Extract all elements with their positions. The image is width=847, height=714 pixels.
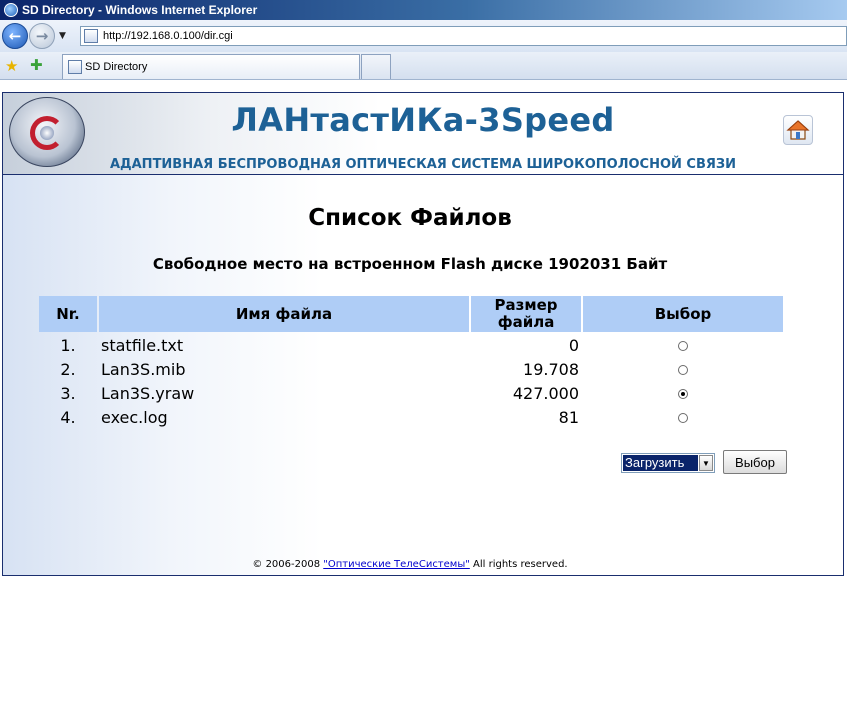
site-header: ЛАНтастИКа-3Speed АДАПТИВНАЯ БЕСПРОВОДНА… bbox=[3, 93, 843, 175]
page-content: ЛАНтастИКа-3Speed АДАПТИВНАЯ БЕСПРОВОДНА… bbox=[2, 92, 844, 576]
favorites-star-icon[interactable]: ★ bbox=[5, 57, 18, 75]
file-size: 19.708 bbox=[523, 359, 579, 379]
file-name: Lan3S.mib bbox=[101, 359, 186, 379]
tab-bar: ★ ✚ SD Directory bbox=[0, 52, 847, 80]
header-name: Имя файла bbox=[99, 296, 469, 332]
file-radio[interactable] bbox=[678, 413, 688, 423]
address-bar: ← → ▼ http://192.168.0.100/dir.cgi bbox=[0, 20, 847, 52]
arrow-right-icon: → bbox=[35, 27, 49, 45]
page-icon bbox=[68, 60, 82, 74]
header-select: Выбор bbox=[583, 296, 783, 332]
page-icon bbox=[84, 29, 98, 43]
file-name: statfile.txt bbox=[101, 335, 184, 355]
select-cell bbox=[583, 382, 783, 404]
file-radio[interactable] bbox=[678, 365, 688, 375]
tab-sd-directory[interactable]: SD Directory bbox=[62, 54, 360, 79]
page-heading: Список Файлов bbox=[308, 205, 512, 231]
file-radio[interactable] bbox=[678, 341, 688, 351]
row-number: 1. bbox=[60, 335, 76, 355]
table-header-row: Nr. Имя файла Размер файла Выбор bbox=[39, 296, 783, 332]
footer: © 2006-2008 "Оптические ТелеСистемы" All… bbox=[3, 559, 817, 570]
history-dropdown-icon[interactable]: ▼ bbox=[59, 31, 66, 41]
tab-label: SD Directory bbox=[85, 61, 148, 73]
rights-text: All rights reserved. bbox=[473, 559, 568, 570]
back-button[interactable]: ← bbox=[2, 23, 28, 49]
row-number: 2. bbox=[60, 359, 76, 379]
ie-icon bbox=[4, 3, 18, 17]
file-name: Lan3S.yraw bbox=[101, 383, 195, 403]
file-size: 0 bbox=[568, 335, 579, 355]
file-radio[interactable] bbox=[678, 389, 688, 399]
row-number: 4. bbox=[60, 407, 76, 427]
window-title: SD Directory - Windows Internet Explorer bbox=[22, 3, 258, 17]
table-row: 3. Lan3S.yraw 427.000 bbox=[39, 382, 783, 404]
action-select[interactable]: Загрузить ▼ bbox=[621, 453, 715, 473]
arrow-left-icon: ← bbox=[8, 27, 22, 45]
forward-button[interactable]: → bbox=[29, 23, 55, 49]
copyright-text: © 2006-2008 bbox=[252, 559, 321, 570]
header-size-line1: Размер bbox=[494, 296, 558, 314]
select-cell bbox=[583, 358, 783, 380]
home-icon bbox=[786, 120, 810, 140]
action-select-value: Загрузить bbox=[623, 455, 698, 471]
file-table: Nr. Имя файла Размер файла Выбор 1. stat… bbox=[37, 294, 785, 430]
file-size: 81 bbox=[558, 407, 579, 427]
select-cell bbox=[583, 334, 783, 356]
window-title-bar: SD Directory - Windows Internet Explorer bbox=[0, 0, 847, 20]
select-cell bbox=[583, 406, 783, 428]
url-input[interactable]: http://192.168.0.100/dir.cgi bbox=[80, 26, 847, 46]
table-row: 2. Lan3S.mib 19.708 bbox=[39, 358, 783, 380]
add-favorites-icon[interactable]: ✚ bbox=[30, 56, 43, 74]
file-name: exec.log bbox=[101, 407, 168, 427]
company-link[interactable]: "Оптические ТелеСистемы" bbox=[323, 559, 470, 570]
header-nr: Nr. bbox=[39, 296, 97, 332]
header-size-line2: файла bbox=[497, 313, 555, 331]
home-button[interactable] bbox=[783, 115, 813, 145]
header-size: Размер файла bbox=[471, 296, 581, 332]
chevron-down-icon[interactable]: ▼ bbox=[699, 455, 713, 471]
url-text: http://192.168.0.100/dir.cgi bbox=[103, 30, 233, 42]
table-row: 1. statfile.txt 0 bbox=[39, 334, 783, 356]
site-subtitle: АДАПТИВНАЯ БЕСПРОВОДНАЯ ОПТИЧЕСКАЯ СИСТЕ… bbox=[109, 157, 736, 172]
site-title: ЛАНтастИКа-3Speed bbox=[231, 101, 615, 139]
select-button[interactable]: Выбор bbox=[723, 450, 787, 474]
file-size: 427.000 bbox=[512, 383, 579, 403]
free-space-text: Свободное место на встроенном Flash диск… bbox=[152, 255, 668, 273]
table-row: 4. exec.log 81 bbox=[39, 406, 783, 428]
new-tab-button[interactable] bbox=[361, 54, 391, 79]
row-number: 3. bbox=[60, 383, 76, 403]
